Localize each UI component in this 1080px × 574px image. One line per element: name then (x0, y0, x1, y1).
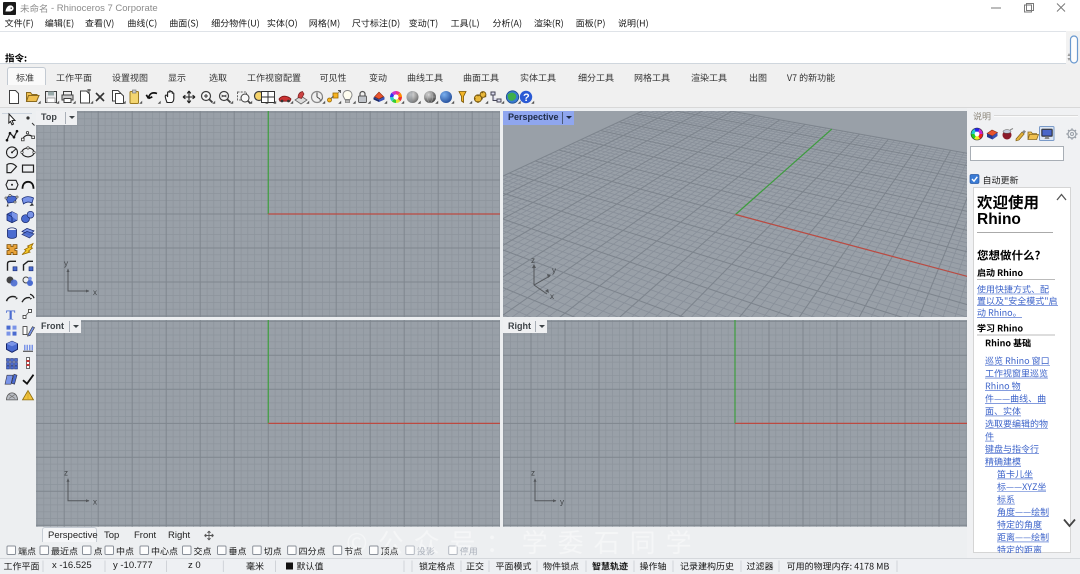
svg-text:y: y (64, 259, 68, 268)
svg-text:y: y (560, 497, 564, 506)
svg-text:y: y (552, 266, 556, 275)
svg-text:?: ? (523, 92, 530, 104)
svg-text:x: x (550, 292, 554, 301)
svg-text:x: x (93, 288, 97, 297)
svg-text:z: z (64, 468, 68, 477)
svg-text:T: T (6, 308, 16, 323)
svg-text:x: x (93, 497, 97, 506)
svg-text:Rhino: Rhino (977, 211, 1021, 228)
svg-text:z: z (531, 468, 535, 477)
svg-text:z: z (531, 256, 535, 265)
